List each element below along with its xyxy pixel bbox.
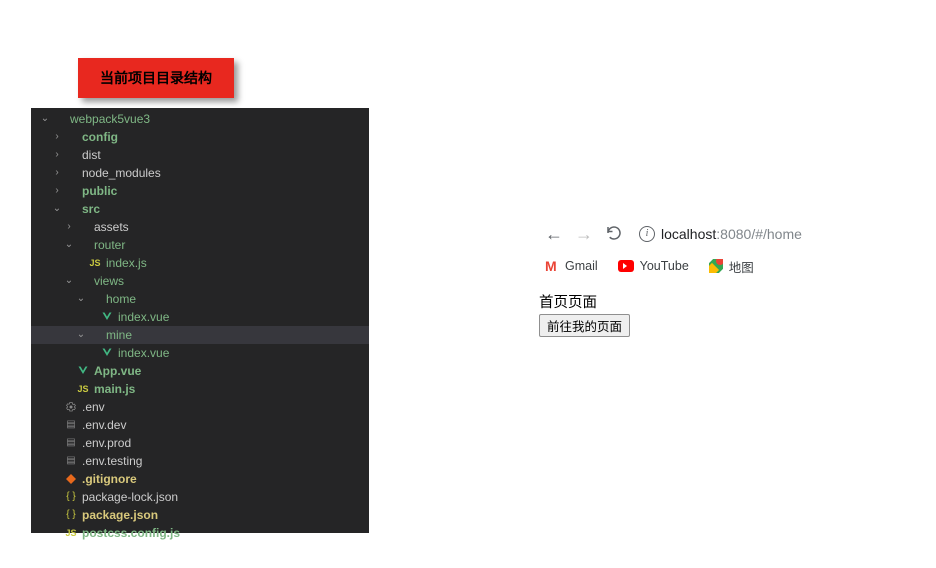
bookmark-maps[interactable]: 地图 xyxy=(709,257,754,276)
tree-item-label: .gitignore xyxy=(82,470,137,488)
tree-item[interactable]: ▤.env.testing xyxy=(31,452,369,470)
tree-item[interactable]: ⌄ src xyxy=(31,200,369,218)
address-bar[interactable]: localhost:8080/#/home xyxy=(661,226,802,242)
tree-item-label: postcss.config.js xyxy=(82,524,180,542)
tree-item-label: .env.dev xyxy=(82,416,126,434)
youtube-icon xyxy=(618,260,634,272)
tree-item[interactable]: ▤.env.prod xyxy=(31,434,369,452)
tree-item[interactable]: › dist xyxy=(31,146,369,164)
tree-item-label: assets xyxy=(94,218,129,236)
browser-toolbar: ← → i localhost:8080/#/home xyxy=(535,217,880,251)
tree-item-label: webpack5vue3 xyxy=(70,110,150,128)
navigate-button[interactable]: 前往我的页面 xyxy=(539,314,630,337)
tree-item-label: index.vue xyxy=(118,344,169,362)
tree-item-label: .env.prod xyxy=(82,434,131,452)
forward-button[interactable]: → xyxy=(575,224,593,245)
chevron-down-icon: ⌄ xyxy=(51,200,63,218)
tree-item-label: dist xyxy=(82,146,101,164)
tree-item[interactable]: ⌄ router xyxy=(31,236,369,254)
tree-item[interactable]: index.vue xyxy=(31,344,369,362)
chevron-right-icon: › xyxy=(63,218,75,236)
tree-item-label: mine xyxy=(106,326,132,344)
chevron-down-icon: ⌄ xyxy=(63,236,75,254)
url-port: :8080 xyxy=(716,226,751,242)
tree-item[interactable]: .env xyxy=(31,398,369,416)
tree-item[interactable]: .gitignore xyxy=(31,470,369,488)
chevron-down-icon: ⌄ xyxy=(39,110,51,128)
reload-button[interactable] xyxy=(605,224,623,245)
browser-window: ← → i localhost:8080/#/home M Gmail YouT… xyxy=(535,217,880,347)
chevron-down-icon: ⌄ xyxy=(75,290,87,308)
tree-item-label: src xyxy=(82,200,100,218)
chevron-right-icon: › xyxy=(51,146,63,164)
tree-item[interactable]: ⌄ home xyxy=(31,290,369,308)
tree-item-label: index.vue xyxy=(118,308,169,326)
tree-item-label: package-lock.json xyxy=(82,488,178,506)
file-explorer: ⌄ webpack5vue3 › config › dist › node_modules › p… xyxy=(31,108,369,533)
tree-item[interactable]: › node_modules xyxy=(31,164,369,182)
tree-item[interactable]: { }package-lock.json xyxy=(31,488,369,506)
bookmark-label: YouTube xyxy=(640,259,689,273)
tree-item-label: views xyxy=(94,272,124,290)
tree-item[interactable]: JSmain.js xyxy=(31,380,369,398)
tree-item-label: .env xyxy=(82,398,105,416)
tree-item[interactable]: ⌄ mine xyxy=(31,326,369,344)
maps-icon xyxy=(709,259,723,273)
tree-item-label: home xyxy=(106,290,136,308)
tree-item[interactable]: › config xyxy=(31,128,369,146)
tree-item[interactable]: { }package.json xyxy=(31,506,369,524)
tree-item-label: node_modules xyxy=(82,164,161,182)
tree-item[interactable]: JSpostcss.config.js xyxy=(31,524,369,542)
tree-item-label: App.vue xyxy=(94,362,141,380)
bookmark-label: Gmail xyxy=(565,259,598,273)
tree-item-label: package.json xyxy=(82,506,158,524)
tree-item[interactable]: › public xyxy=(31,182,369,200)
callout-label: 当前项目目录结构 xyxy=(78,58,234,98)
chevron-right-icon: › xyxy=(51,128,63,146)
chevron-down-icon: ⌄ xyxy=(63,272,75,290)
page-heading: 首页页面 xyxy=(539,291,876,312)
back-button[interactable]: ← xyxy=(545,224,563,245)
url-path: /#/home xyxy=(751,226,802,242)
tree-item-label: index.js xyxy=(106,254,147,272)
tree-item[interactable]: › assets xyxy=(31,218,369,236)
bookmarks-bar: M Gmail YouTube 地图 xyxy=(535,251,880,281)
tree-item-label: config xyxy=(82,128,118,146)
tree-item[interactable]: ▤.env.dev xyxy=(31,416,369,434)
tree-item-label: router xyxy=(94,236,125,254)
chevron-right-icon: › xyxy=(51,164,63,182)
tree-item-label: public xyxy=(82,182,117,200)
page-content: 首页页面 前往我的页面 xyxy=(535,281,880,347)
tree-item-label: .env.testing xyxy=(82,452,142,470)
tree-item[interactable]: ⌄ views xyxy=(31,272,369,290)
site-info-icon[interactable]: i xyxy=(639,226,655,242)
chevron-right-icon: › xyxy=(51,182,63,200)
bookmark-label: 地图 xyxy=(729,257,754,276)
bookmark-youtube[interactable]: YouTube xyxy=(618,259,689,273)
chevron-down-icon: ⌄ xyxy=(75,326,87,344)
gmail-icon: M xyxy=(545,259,559,273)
bookmark-gmail[interactable]: M Gmail xyxy=(545,259,598,273)
tree-item[interactable]: JSindex.js xyxy=(31,254,369,272)
url-host: localhost xyxy=(661,226,716,242)
tree-item[interactable]: index.vue xyxy=(31,308,369,326)
tree-item[interactable]: App.vue xyxy=(31,362,369,380)
tree-item-label: main.js xyxy=(94,380,135,398)
tree-item[interactable]: ⌄ webpack5vue3 xyxy=(31,110,369,128)
